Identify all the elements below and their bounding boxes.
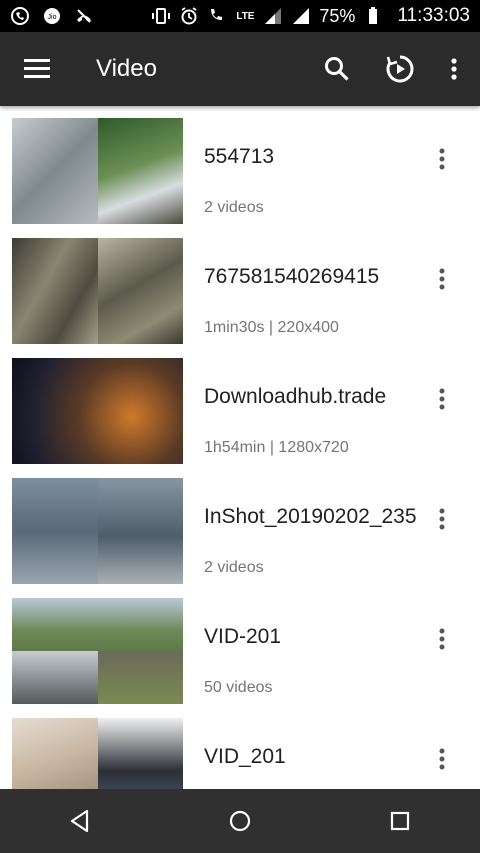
video-thumbnail — [12, 598, 183, 704]
vibrate-icon — [151, 6, 171, 26]
video-thumbnail — [12, 718, 183, 789]
back-icon[interactable] — [50, 791, 110, 851]
folder-name: VID-201 — [204, 625, 282, 648]
folder-name: 767581540269415 — [204, 265, 380, 288]
signal-icon — [263, 6, 283, 26]
search-icon[interactable] — [324, 56, 350, 82]
item-more-icon[interactable] — [430, 147, 454, 177]
folder-info: 2 videos — [204, 559, 264, 576]
item-more-icon[interactable] — [430, 747, 454, 777]
home-icon[interactable] — [210, 791, 270, 851]
video-thumbnail — [12, 118, 183, 224]
page-title: Video — [96, 55, 157, 82]
status-bar: Jio LTE 75% 11:33:03 — [0, 0, 480, 32]
folder-name: Downloadhub.trade — [204, 385, 387, 408]
item-more-icon[interactable] — [430, 387, 454, 417]
folder-name: InShot_20190202_235 — [204, 505, 417, 528]
list-item[interactable]: 767581540269415 1min30s | 220x400 — [0, 226, 480, 346]
video-thumbnail — [12, 358, 183, 464]
menu-icon[interactable] — [24, 58, 52, 80]
battery-icon — [363, 6, 383, 26]
video-folder-list: 554713 2 videos 767581540269415 1min30s … — [0, 106, 480, 789]
folder-info: 2 videos — [204, 199, 264, 216]
video-thumbnail — [12, 238, 183, 344]
system-nav-bar — [0, 789, 480, 853]
folder-info: 1h54min | 1280x720 — [204, 439, 349, 456]
folder-name: VID_201 — [204, 745, 286, 768]
whatsapp-icon — [10, 6, 30, 26]
item-more-icon[interactable] — [430, 507, 454, 537]
folder-info: 1min30s | 220x400 — [204, 319, 339, 336]
list-item[interactable]: VID-201 50 videos — [0, 586, 480, 706]
svg-text:Jio: Jio — [48, 14, 57, 21]
app-bar: Video — [0, 32, 480, 106]
video-thumbnail — [12, 478, 183, 584]
list-item[interactable]: VID_201 — [0, 706, 480, 789]
item-more-icon[interactable] — [430, 627, 454, 657]
list-item[interactable]: 554713 2 videos — [0, 106, 480, 226]
item-more-icon[interactable] — [430, 267, 454, 297]
lte-signal-icon: LTE — [235, 6, 255, 26]
missed-call-icon — [74, 6, 94, 26]
wifi-calling-icon — [207, 6, 227, 26]
folder-name: 554713 — [204, 145, 275, 168]
signal-icon — [291, 6, 311, 26]
clock: 11:33:03 — [397, 5, 470, 26]
recents-icon[interactable] — [370, 791, 430, 851]
alarm-icon — [179, 6, 199, 26]
folder-info: 50 videos — [204, 679, 273, 696]
list-item[interactable]: InShot_20190202_235 2 videos — [0, 466, 480, 586]
history-icon[interactable] — [384, 53, 416, 85]
battery-percent: 75% — [319, 5, 356, 26]
list-item[interactable]: Downloadhub.trade 1h54min | 1280x720 — [0, 346, 480, 466]
more-vert-icon[interactable] — [450, 57, 458, 81]
lte-label: LTE — [236, 10, 255, 22]
jio-icon: Jio — [42, 6, 62, 26]
